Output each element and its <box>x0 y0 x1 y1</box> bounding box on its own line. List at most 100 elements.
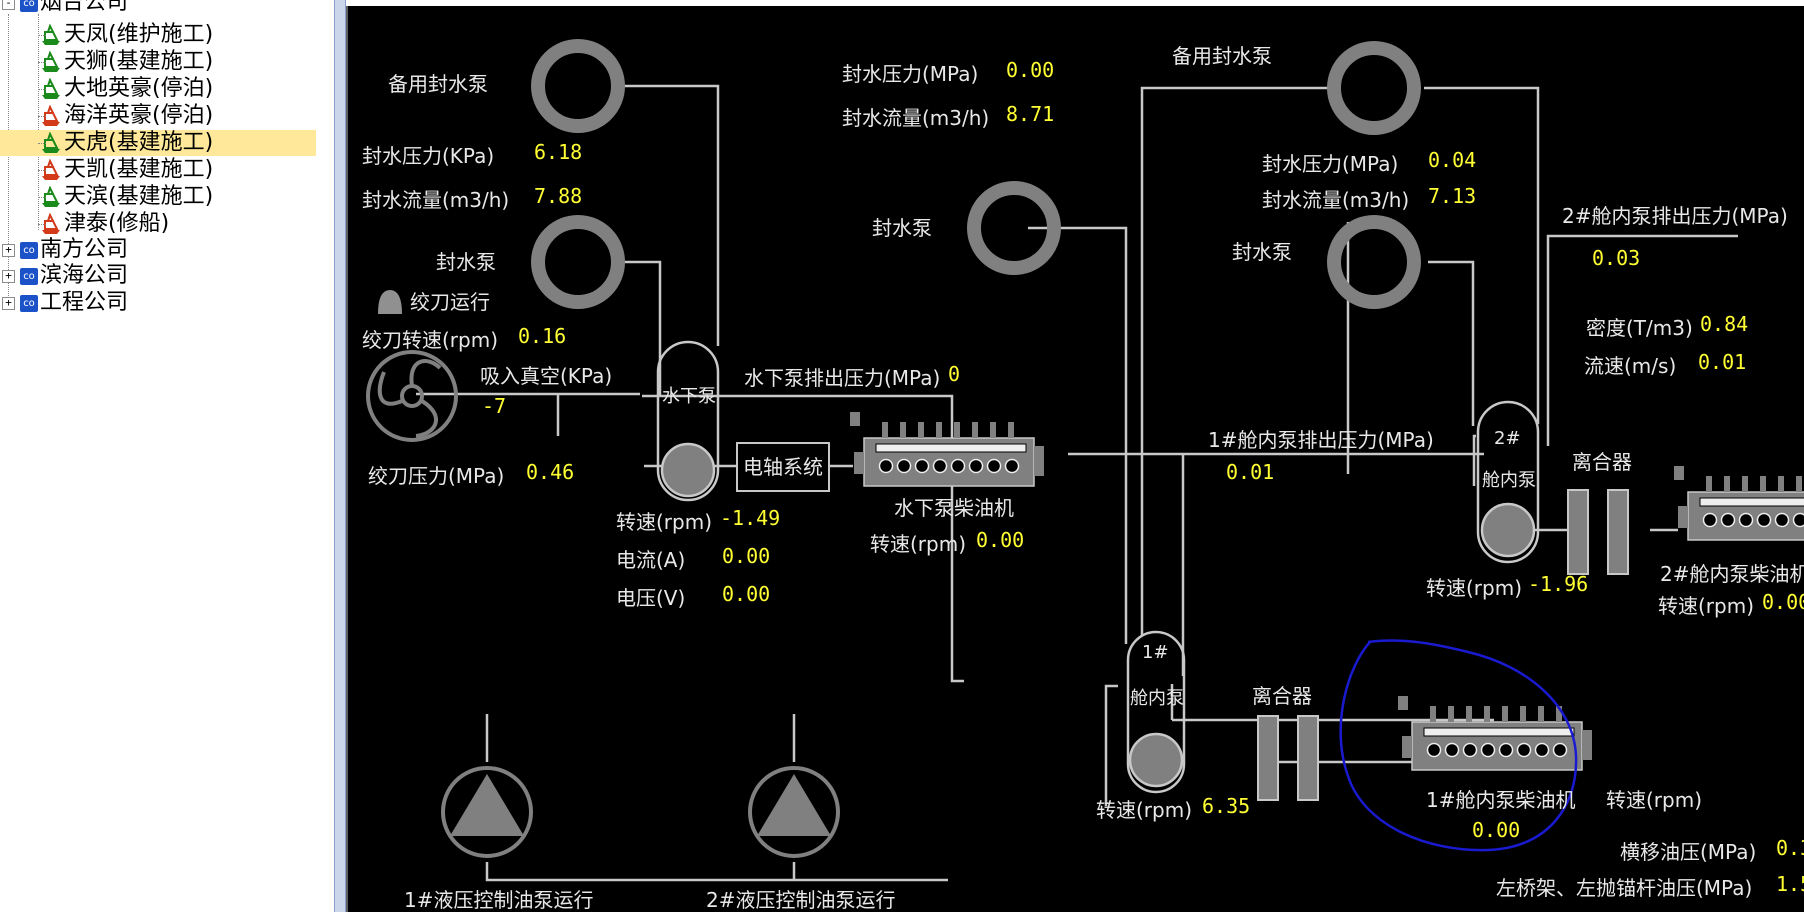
tree-guide-line <box>38 197 46 198</box>
clutch-plate <box>1608 490 1628 574</box>
tree-node-company[interactable]: + co南方公司 <box>0 237 128 263</box>
tree-node-company[interactable]: + co滨海公司 <box>0 263 128 289</box>
expand-icon[interactable]: + <box>2 244 15 257</box>
backup-seal-pump-label: 备用封水泵 <box>388 68 488 97</box>
tree-guide-line <box>38 89 46 90</box>
mid-seal-pump-label: 封水泵 <box>872 212 932 241</box>
pump1-top-label: 1# <box>1142 642 1169 663</box>
voltage-label: 电压(V) <box>616 582 685 611</box>
pump2-impeller-icon <box>1482 504 1534 556</box>
right-seal-flow-value: 7.13 <box>1428 184 1476 208</box>
tree-node-label: 天滨(基建施工) <box>64 184 213 209</box>
tree-node-root[interactable]: - co烟台公司 <box>0 0 128 16</box>
diesel2-label: 2#舱内泵柴油机 <box>1660 558 1804 587</box>
shaft-system-box[interactable]: 电轴系统 <box>736 442 830 492</box>
mid-seal-flow-value: 8.71 <box>1006 102 1054 126</box>
current-label: 电流(A) <box>616 544 685 573</box>
scada-panel: 备用封水泵 封水压力(KPa) 6.18 封水流量(m3/h) 7.88 封水泵… <box>346 6 1804 912</box>
diesel1-speed-value: 0.00 <box>1472 818 1520 842</box>
company-icon: co <box>20 295 38 312</box>
right-seal-pressure-label: 封水压力(MPa) <box>1262 148 1398 177</box>
tree-guide-line <box>38 143 46 144</box>
tree-node-label: 工程公司 <box>40 290 128 315</box>
right-seal-pump-label: 封水泵 <box>1232 236 1292 265</box>
clutch-plate <box>1258 716 1278 800</box>
seal-pump-icon <box>534 218 622 306</box>
current-value: 0.00 <box>722 544 770 568</box>
tree-node-label: 天虎(基建施工) <box>64 130 213 155</box>
tree-node-ship[interactable]: 大地英豪(停泊) <box>40 76 213 102</box>
clutch2-label: 离合器 <box>1572 446 1632 475</box>
cutter-speed-label: 绞刀转速(rpm) <box>362 324 498 353</box>
tree-node-ship[interactable]: 天凤(维护施工) <box>40 22 213 48</box>
clutch1-label: 离合器 <box>1252 680 1312 709</box>
mid-seal-pressure-label: 封水压力(MPa) <box>842 58 978 87</box>
diesel1-label: 1#舱内泵柴油机 <box>1426 784 1575 813</box>
panel-splitter[interactable] <box>334 0 346 912</box>
pump2-bottom-label: 舱内泵 <box>1482 466 1536 492</box>
velocity-label: 流速(m/s) <box>1584 350 1676 379</box>
velocity-value: 0.01 <box>1698 350 1746 374</box>
tree-guide-line <box>38 170 46 171</box>
tree-node-ship[interactable]: 海洋英豪(停泊) <box>40 103 213 129</box>
cutter-head-icon <box>368 352 456 440</box>
seal-pressure-label: 封水压力(KPa) <box>362 140 494 169</box>
tree-guide-line <box>38 224 46 225</box>
tree-node-label: 津泰(修船) <box>64 211 169 236</box>
clutch-plate <box>1298 716 1318 800</box>
traverse-pressure-value: 0.3 <box>1776 836 1804 860</box>
underwater-pump-label: 水下泵 <box>662 382 716 408</box>
pump1-impeller-icon <box>1130 734 1182 786</box>
tree-node-ship[interactable]: 天虎(基建施工) <box>0 130 316 156</box>
cutter-speed-value: 0.16 <box>518 324 566 348</box>
pump2-speed-label: 转速(rpm) <box>1426 572 1522 601</box>
hyd-pump1-label: 1#液压控制油泵运行 <box>404 884 593 913</box>
diesel1-engine-icon <box>1398 696 1592 770</box>
expand-icon[interactable]: + <box>2 297 15 310</box>
bell-icon <box>378 290 402 314</box>
right-seal-pressure-value: 0.04 <box>1428 148 1476 172</box>
mid-seal-flow-label: 封水流量(m3/h) <box>842 102 989 131</box>
traverse-pressure-label: 横移油压(MPa) <box>1620 836 1756 865</box>
company-icon: co <box>20 268 38 285</box>
pump1-bottom-label: 舱内泵 <box>1130 684 1184 710</box>
pump2-discharge-value: 0.03 <box>1592 246 1640 270</box>
tree-node-label: 南方公司 <box>40 237 128 262</box>
bridge-pressure-value: 1.5 <box>1776 872 1804 896</box>
hyd-pump2-label: 2#液压控制油泵运行 <box>706 884 895 913</box>
uw-diesel-speed-value: 0.00 <box>976 528 1024 552</box>
uw-discharge-label: 水下泵排出压力(MPa) <box>744 362 940 391</box>
tree-node-label: 海洋英豪(停泊) <box>64 103 213 128</box>
clutch-plate <box>1568 490 1588 574</box>
tree-node-ship[interactable]: 天狮(基建施工) <box>40 49 213 75</box>
tree-node-ship[interactable]: 天滨(基建施工) <box>40 184 213 210</box>
suction-vacuum-label: 吸入真空(KPa) <box>480 360 612 389</box>
right-backup-pump-icon <box>1330 44 1418 132</box>
pump2-speed-value: -1.96 <box>1528 572 1588 596</box>
cutter-pressure-value: 0.46 <box>526 460 574 484</box>
company-icon: co <box>20 0 38 12</box>
shaft-system-label: 电轴系统 <box>743 455 823 479</box>
uw-diesel-engine-icon <box>850 412 1044 486</box>
tree-node-label: 大地英豪(停泊) <box>64 76 213 101</box>
tree-node-label: 天狮(基建施工) <box>64 49 213 74</box>
tree-guide-line <box>38 35 46 36</box>
tree-guide-line <box>38 116 46 117</box>
diesel2-engine-icon <box>1674 466 1804 540</box>
tree-node-ship[interactable]: 津泰(修船) <box>40 211 169 237</box>
tree-node-company[interactable]: + co工程公司 <box>0 290 128 316</box>
tree-node-ship[interactable]: 天凯(基建施工) <box>40 157 213 183</box>
seal-pump-label: 封水泵 <box>436 246 496 275</box>
right-seal-pump-icon <box>1330 218 1418 306</box>
collapse-icon[interactable]: - <box>2 0 15 10</box>
tree-guide-line <box>38 62 46 63</box>
density-value: 0.84 <box>1700 312 1748 336</box>
ship-tree-panel: - co烟台公司 天凤(维护施工)天狮(基建施工)大地英豪(停泊)海洋英豪(停泊… <box>0 0 336 912</box>
expand-icon[interactable]: + <box>2 270 15 283</box>
uw-speed-label: 转速(rpm) <box>616 506 712 535</box>
diesel1-speed-label: 转速(rpm) <box>1606 784 1702 813</box>
pump1-discharge-label: 1#舱内泵排出压力(MPa) <box>1208 424 1434 453</box>
bridge-pressure-label: 左桥架、左抛锚杆油压(MPa) <box>1496 872 1752 901</box>
tree-node-label: 烟台公司 <box>40 0 128 15</box>
voltage-value: 0.00 <box>722 582 770 606</box>
